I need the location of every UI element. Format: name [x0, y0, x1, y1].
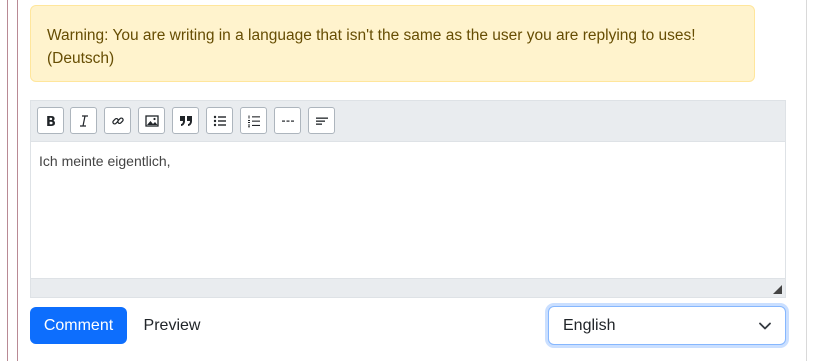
- language-select[interactable]: English: [548, 306, 786, 345]
- language-select-value: English: [563, 317, 616, 334]
- spoiler-icon: [315, 117, 328, 125]
- image-button[interactable]: [138, 107, 165, 134]
- resize-handle-icon[interactable]: [773, 285, 782, 294]
- thread-line: [7, 0, 8, 361]
- link-icon: [111, 117, 124, 124]
- quote-icon: [179, 115, 192, 126]
- numbered-list-button[interactable]: [240, 107, 267, 134]
- image-icon: [144, 114, 159, 127]
- horizontal-rule-icon: [281, 120, 294, 122]
- italic-icon: [79, 114, 88, 127]
- comment-button[interactable]: Comment: [30, 307, 127, 344]
- italic-button[interactable]: [70, 107, 97, 134]
- editor-statusbar: [31, 278, 785, 297]
- markdown-editor: B Ich meinte eigentlich,: [30, 100, 786, 298]
- warning-text: Warning: You are writing in a language t…: [47, 27, 696, 67]
- svg-text:B: B: [46, 115, 56, 128]
- bulleted-list-icon: [213, 115, 226, 126]
- comment-text: Ich meinte eigentlich,: [39, 153, 171, 169]
- chevron-down-icon: [759, 322, 771, 330]
- bulleted-list-button[interactable]: [206, 107, 233, 134]
- editor-toolbar: B: [31, 101, 785, 142]
- comment-textarea[interactable]: Ich meinte eigentlich,: [31, 142, 785, 279]
- preview-button[interactable]: Preview: [131, 307, 213, 344]
- spoiler-button[interactable]: [308, 107, 335, 134]
- horizontal-rule-button[interactable]: [274, 107, 301, 134]
- link-button[interactable]: [104, 107, 131, 134]
- bold-icon: B: [46, 115, 56, 128]
- numbered-list-icon: [247, 115, 260, 127]
- quote-button[interactable]: [172, 107, 199, 134]
- language-warning-alert: Warning: You are writing in a language t…: [30, 5, 755, 82]
- bold-button[interactable]: B: [37, 107, 64, 134]
- divider: [806, 0, 807, 361]
- thread-line: [17, 0, 18, 361]
